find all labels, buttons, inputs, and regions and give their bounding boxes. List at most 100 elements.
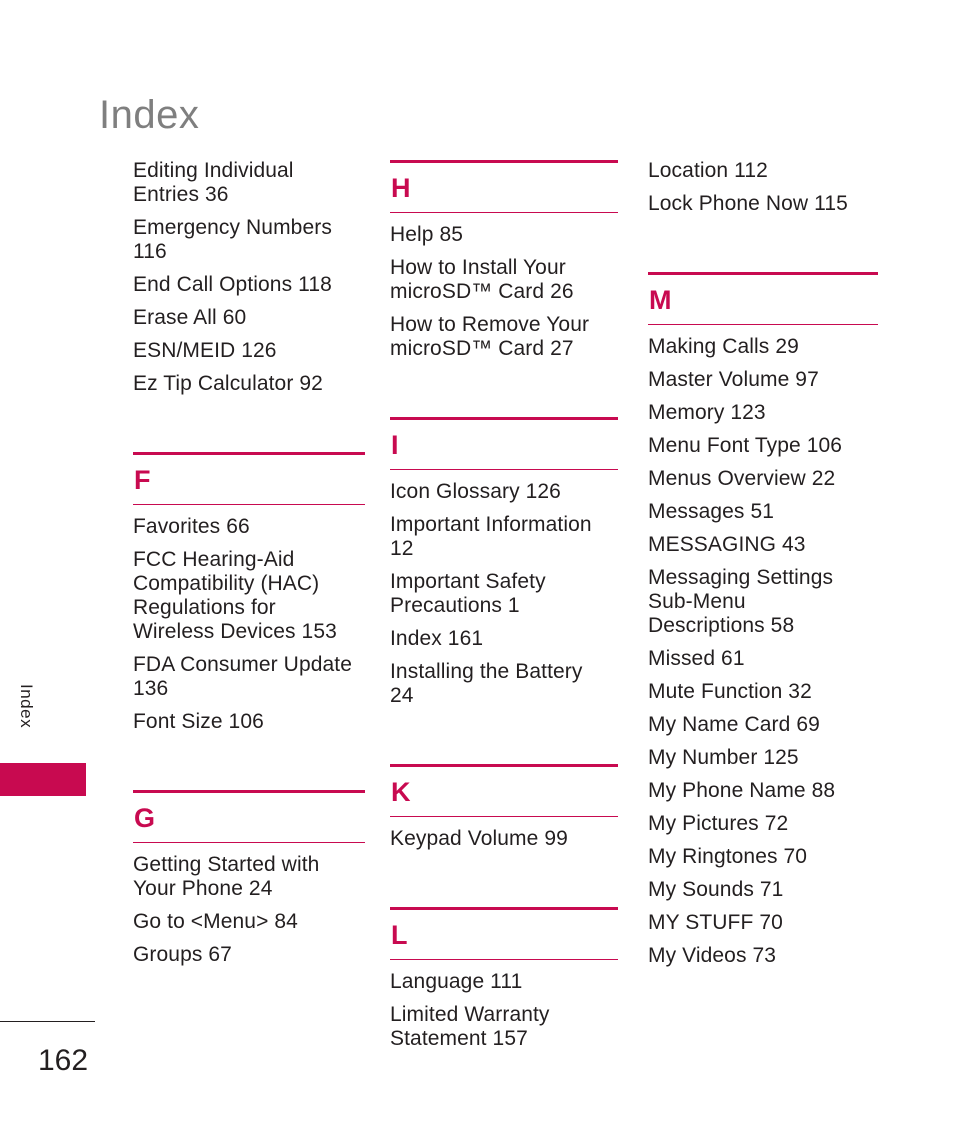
index-entry[interactable]: Groups 67 [133, 944, 365, 965]
section-rule-bottom [390, 816, 618, 817]
index-entry[interactable]: Master Volume 97 [648, 369, 878, 390]
index-entry[interactable]: Location 112 [648, 160, 878, 181]
index-entry-line: My Videos 73 [648, 944, 777, 967]
index-entry[interactable]: Limited Warranty Statement 157 [390, 1004, 618, 1049]
index-entry[interactable]: Missed 61 [648, 648, 878, 669]
index-entry[interactable]: End Call Options 118 [133, 274, 365, 295]
index-entry-list: Editing Individual Entries 36 Emergency Nu… [133, 160, 365, 424]
index-entry-line: Menu Font Type 106 [648, 434, 843, 457]
index-entry[interactable]: MESSAGING 43 [648, 534, 878, 555]
section-letter: F [134, 465, 151, 495]
index-entry[interactable]: Go to <Menu> 84 [133, 911, 365, 932]
index-entry[interactable]: How to Remove Your microSD™ Card 27 [390, 314, 618, 359]
index-entry-list: Icon Glossary 126 Important Information 12… [390, 481, 618, 736]
index-entry[interactable]: My Phone Name 88 [648, 780, 878, 801]
index-entry-line: Groups 67 [133, 943, 232, 966]
index-entry[interactable]: My Name Card 69 [648, 714, 878, 735]
index-entry[interactable]: Mute Function 32 [648, 681, 878, 702]
index-entry-line: Lock Phone Now 115 [648, 192, 848, 215]
section-rule-bottom [390, 469, 618, 470]
index-entry-line: Mute Function 32 [648, 680, 812, 703]
index-entry[interactable]: Important Information 12 [390, 514, 618, 559]
index-entry[interactable]: Important Safety Precautions 1 [390, 571, 618, 616]
index-entry-line: ESN/MEID 126 [133, 339, 277, 362]
index-entry[interactable]: Memory 123 [648, 402, 878, 423]
section-rule-bottom [133, 842, 365, 843]
index-entry[interactable]: Getting Started with Your Phone 24 [133, 854, 365, 899]
section-letter: H [391, 173, 411, 203]
index-section-g: G [133, 790, 365, 843]
index-entry-line: Sub-Menu [648, 590, 746, 613]
index-entry-line: Ez Tip Calculator 92 [133, 372, 323, 395]
index-entry[interactable]: How to Install Your microSD™ Card 26 [390, 257, 618, 302]
index-entry[interactable]: My Pictures 72 [648, 813, 878, 834]
index-entry[interactable]: Messaging Settings Sub-Menu Descriptions 5… [648, 567, 878, 636]
section-rule-bottom [133, 504, 365, 505]
section-letter: K [391, 777, 411, 807]
index-entry-line: End Call Options 118 [133, 273, 332, 296]
index-entry-line: MESSAGING 43 [648, 533, 806, 556]
index-entry[interactable]: Menu Font Type 106 [648, 435, 878, 456]
index-entry[interactable]: Emergency Numbers 116 [133, 217, 365, 262]
index-entry-line: Memory 123 [648, 401, 766, 424]
index-section-f: F [133, 452, 365, 505]
section-rule-bottom [390, 959, 618, 960]
index-column-3: Location 112 Lock Phone Now 115 M Making Ca… [648, 160, 878, 996]
index-entry[interactable]: Index 161 [390, 628, 618, 649]
index-entry-line: My Sounds 71 [648, 878, 784, 901]
index-entry-line: Getting Started with [133, 853, 320, 876]
section-rule-bottom [390, 212, 618, 213]
index-entry-line: My Number 125 [648, 746, 799, 769]
index-entry[interactable]: Editing Individual Entries 36 [133, 160, 365, 205]
index-entry[interactable]: FCC Hearing-Aid Compatibility (HAC) Regula… [133, 549, 365, 642]
index-entry[interactable]: Language 111 [390, 971, 618, 992]
index-entry-line: Master Volume 97 [648, 368, 819, 391]
index-entry[interactable]: Favorites 66 [133, 516, 365, 537]
index-entry[interactable]: FDA Consumer Update 136 [133, 654, 365, 699]
index-entry[interactable]: Ez Tip Calculator 92 [133, 373, 365, 394]
index-entry[interactable]: Font Size 106 [133, 711, 365, 732]
index-entry-line: FCC Hearing-Aid [133, 548, 295, 571]
index-entry-line: My Pictures 72 [648, 812, 789, 835]
index-section-m: M [648, 272, 878, 325]
index-entry[interactable]: Help 85 [390, 224, 618, 245]
section-thumb-tab [0, 763, 86, 796]
index-entry[interactable]: Making Calls 29 [648, 336, 878, 357]
vertical-section-label: Index [17, 684, 36, 729]
index-entry[interactable]: Installing the Battery 24 [390, 661, 618, 706]
section-letter: M [649, 285, 672, 315]
index-entry-line: Important Information [390, 513, 592, 536]
index-entry-line: How to Remove Your [390, 313, 590, 336]
index-entry-line: Font Size 106 [133, 710, 264, 733]
index-entry[interactable]: ESN/MEID 126 [133, 340, 365, 361]
index-section-i: I [390, 417, 618, 470]
index-entry-line: 24 [390, 684, 414, 707]
index-entry-line: Emergency Numbers [133, 216, 332, 239]
index-section-h: H [390, 160, 618, 213]
index-entry[interactable]: Erase All 60 [133, 307, 365, 328]
index-entry-line: Descriptions 58 [648, 614, 795, 637]
index-entry-list: Making Calls 29 Master Volume 97 Memory 12… [648, 336, 878, 996]
index-entry[interactable]: My Ringtones 70 [648, 846, 878, 867]
index-entry[interactable]: Keypad Volume 99 [390, 828, 618, 849]
section-letter: G [134, 803, 156, 833]
index-entry-line: How to Install Your [390, 256, 566, 279]
index-entry[interactable]: Lock Phone Now 115 [648, 193, 878, 214]
index-entry[interactable]: Icon Glossary 126 [390, 481, 618, 502]
index-entry[interactable]: Menus Overview 22 [648, 468, 878, 489]
index-column-1: Editing Individual Entries 36 Emergency Nu… [133, 160, 365, 995]
index-entry[interactable]: Messages 51 [648, 501, 878, 522]
index-entry-line: Messaging Settings [648, 566, 834, 589]
index-entry[interactable]: My Number 125 [648, 747, 878, 768]
index-entry[interactable]: MY STUFF 70 [648, 912, 878, 933]
index-entry-line: microSD™ Card 27 [390, 337, 574, 360]
index-entry[interactable]: My Videos 73 [648, 945, 878, 966]
index-entry-line: Wireless Devices 153 [133, 620, 337, 643]
index-entry-line: Regulations for [133, 596, 276, 619]
index-column-2: H Help 85 How to Install Your microSD™ Card… [390, 160, 618, 1079]
index-entry[interactable]: My Sounds 71 [648, 879, 878, 900]
